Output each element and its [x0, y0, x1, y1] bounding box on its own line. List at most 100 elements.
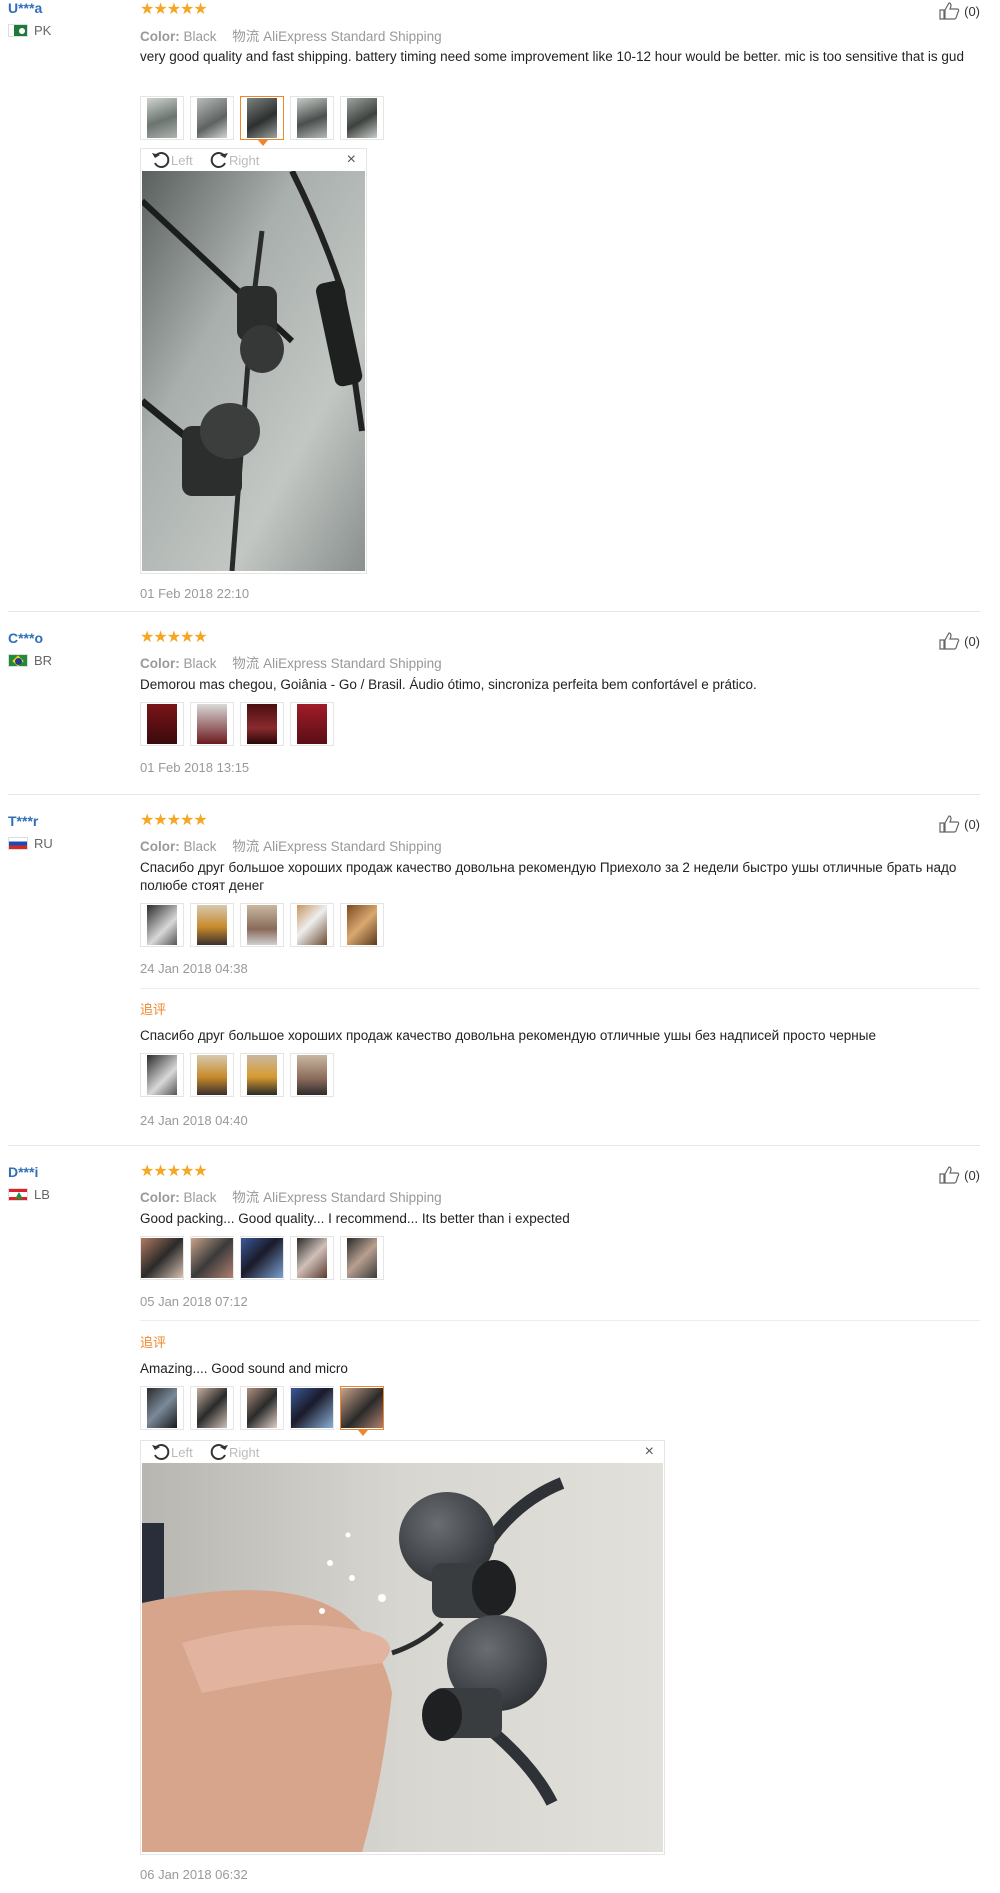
photo-thumbnail[interactable]	[140, 1053, 184, 1097]
star-rating: ★★★★★	[140, 1, 208, 18]
country-code: PK	[34, 23, 52, 38]
rotate-left-button[interactable]: Left	[151, 1443, 193, 1461]
reviewer-country: LB	[8, 1187, 50, 1202]
photo-thumbnail[interactable]	[290, 903, 334, 947]
append-review-text: Amazing.... Good sound and micro	[140, 1361, 348, 1376]
photo-thumbnail[interactable]	[290, 1053, 334, 1097]
photo-thumbnail[interactable]	[140, 1386, 184, 1430]
star-rating: ★★★★★	[140, 629, 208, 646]
country-code: BR	[34, 653, 53, 668]
photo-thumbnail[interactable]	[290, 96, 334, 140]
viewer-toolbar: Left Right ×	[141, 1441, 664, 1463]
photo-thumbnail[interactable]	[340, 1236, 384, 1280]
star-rating: ★★★★★	[140, 812, 208, 829]
append-photo-thumbnails	[140, 1386, 384, 1436]
review-divider	[8, 794, 980, 795]
review-item: T***r RU ★★★★★ (0) Color: Black 物流 AliEx…	[0, 813, 980, 1146]
review-photo-large	[142, 171, 365, 571]
review-item: U***a PK ★★★★★ (0) Color: Black 物流 AliEx…	[0, 0, 980, 612]
reviewer-name[interactable]: C***o	[8, 630, 43, 646]
append-review-label: 追评	[140, 1335, 167, 1350]
flag-ru-icon	[8, 837, 28, 850]
photo-thumbnail[interactable]	[190, 903, 234, 947]
reviewer-name[interactable]: T***r	[8, 813, 38, 829]
review-divider	[8, 611, 980, 612]
append-review-date: 06 Jan 2018 06:32	[140, 1867, 248, 1882]
photo-thumbnails	[140, 702, 334, 746]
flag-lb-icon	[8, 1188, 28, 1201]
reviewer-country: PK	[8, 23, 51, 38]
rotate-right-icon	[210, 152, 228, 168]
country-code: RU	[34, 836, 53, 851]
rotate-left-button[interactable]: Left	[151, 151, 193, 169]
review-divider	[8, 1145, 980, 1146]
review-text: Good packing... Good quality... I recomm…	[140, 1211, 570, 1226]
order-info: Color: Black 物流 AliExpress Standard Ship…	[140, 1190, 442, 1205]
review-date: 01 Feb 2018 22:10	[140, 586, 250, 601]
thumbs-up-icon	[939, 632, 960, 650]
append-divider	[140, 988, 980, 989]
viewer-toolbar: Left Right ×	[141, 149, 366, 171]
append-divider	[140, 1320, 980, 1321]
photo-thumbnail[interactable]	[240, 1053, 284, 1097]
photo-thumbnail[interactable]	[140, 96, 184, 140]
rotate-right-button[interactable]: Right	[209, 1443, 259, 1461]
photo-thumbnail[interactable]	[340, 96, 384, 140]
photo-viewer: Left Right ×	[140, 1440, 665, 1855]
photo-thumbnail[interactable]	[140, 903, 184, 947]
photo-thumbnail[interactable]	[140, 1236, 184, 1280]
reviewer-name[interactable]: D***i	[8, 1164, 38, 1180]
country-code: LB	[34, 1187, 50, 1202]
thumbs-up-icon	[939, 2, 960, 20]
append-photo-thumbnails	[140, 1053, 334, 1097]
photo-thumbnail[interactable]	[240, 1386, 284, 1430]
photo-thumbnails	[140, 903, 384, 947]
photo-thumbnail[interactable]	[140, 702, 184, 746]
review-text: Спасибо друг большое хороших продаж каче…	[140, 860, 957, 893]
reviewer-country: BR	[8, 653, 52, 668]
append-review-date: 24 Jan 2018 04:40	[140, 1113, 248, 1128]
reviewer-name[interactable]: U***a	[8, 0, 42, 16]
photo-thumbnail[interactable]	[290, 1236, 334, 1280]
photo-thumbnail-selected[interactable]	[240, 96, 284, 146]
photo-thumbnail[interactable]	[190, 702, 234, 746]
close-icon[interactable]: ×	[645, 1443, 654, 1461]
like-button[interactable]: (0)	[939, 815, 980, 833]
photo-thumbnail-selected[interactable]	[340, 1386, 384, 1436]
order-info: Color: Black 物流 AliExpress Standard Ship…	[140, 29, 442, 44]
review-date: 05 Jan 2018 07:12	[140, 1294, 248, 1309]
like-count: (0)	[964, 3, 980, 19]
close-icon[interactable]: ×	[347, 151, 356, 169]
review-item: C***o BR ★★★★★ (0) Color: Black 物流 AliEx…	[0, 630, 980, 795]
like-button[interactable]: (0)	[939, 632, 980, 650]
like-count: (0)	[964, 1167, 980, 1183]
review-date: 24 Jan 2018 04:38	[140, 961, 248, 976]
rotate-right-icon	[210, 1444, 228, 1460]
append-review-label: 追评	[140, 1002, 167, 1017]
order-info: Color: Black 物流 AliExpress Standard Ship…	[140, 839, 442, 854]
photo-thumbnail[interactable]	[190, 1053, 234, 1097]
photo-thumbnail[interactable]	[290, 702, 334, 746]
photo-thumbnails	[140, 96, 384, 146]
review-date: 01 Feb 2018 13:15	[140, 760, 250, 775]
photo-thumbnails	[140, 1236, 384, 1280]
order-info: Color: Black 物流 AliExpress Standard Ship…	[140, 656, 442, 671]
like-button[interactable]: (0)	[939, 1166, 980, 1184]
reviewer-country: RU	[8, 836, 53, 851]
like-count: (0)	[964, 816, 980, 832]
photo-thumbnail[interactable]	[290, 1386, 334, 1430]
photo-thumbnail[interactable]	[190, 1386, 234, 1430]
like-button[interactable]: (0)	[939, 2, 980, 20]
photo-viewer: Left Right ×	[140, 148, 367, 574]
photo-thumbnail[interactable]	[240, 1236, 284, 1280]
rotate-left-icon	[152, 1444, 170, 1460]
review-photo-large	[142, 1463, 663, 1852]
photo-thumbnail[interactable]	[190, 96, 234, 140]
photo-thumbnail[interactable]	[340, 903, 384, 947]
rotate-right-button[interactable]: Right	[209, 151, 259, 169]
photo-thumbnail[interactable]	[190, 1236, 234, 1280]
like-count: (0)	[964, 633, 980, 649]
photo-thumbnail[interactable]	[240, 702, 284, 746]
thumbs-up-icon	[939, 815, 960, 833]
photo-thumbnail[interactable]	[240, 903, 284, 947]
